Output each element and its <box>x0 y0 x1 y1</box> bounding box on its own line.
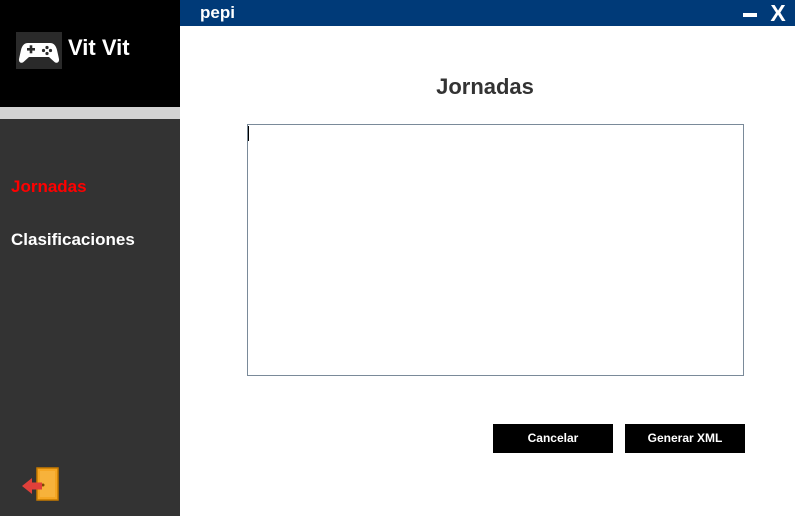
text-caret <box>248 126 249 141</box>
logout-door-icon <box>22 467 59 501</box>
jornadas-text-area[interactable] <box>247 124 744 376</box>
sidebar-item-clasificaciones[interactable]: Clasificaciones <box>11 229 135 251</box>
minimize-icon[interactable] <box>743 13 757 17</box>
current-user: pepi <box>200 3 235 22</box>
gamepad-icon <box>16 32 62 69</box>
sidebar-item-label: Clasificaciones <box>11 230 135 249</box>
page-title: Jornadas <box>436 74 534 99</box>
cancel-button[interactable]: Cancelar <box>493 424 613 453</box>
generate-xml-button[interactable]: Generar XML <box>625 424 745 453</box>
sidebar-item-jornadas[interactable]: Jornadas <box>11 176 87 198</box>
sidebar: Vit Vit Jornadas Clasificaciones <box>0 0 180 516</box>
brand-header: Vit Vit <box>0 0 180 107</box>
title-bar: pepi X <box>180 0 795 26</box>
app-name: Vit Vit <box>68 35 130 60</box>
app-window: Vit Vit Jornadas Clasificaciones pepi X … <box>0 0 795 516</box>
logout-button[interactable] <box>20 466 60 502</box>
close-button[interactable]: X <box>768 1 788 25</box>
sidebar-item-label: Jornadas <box>11 177 87 196</box>
sidebar-divider <box>0 107 180 119</box>
